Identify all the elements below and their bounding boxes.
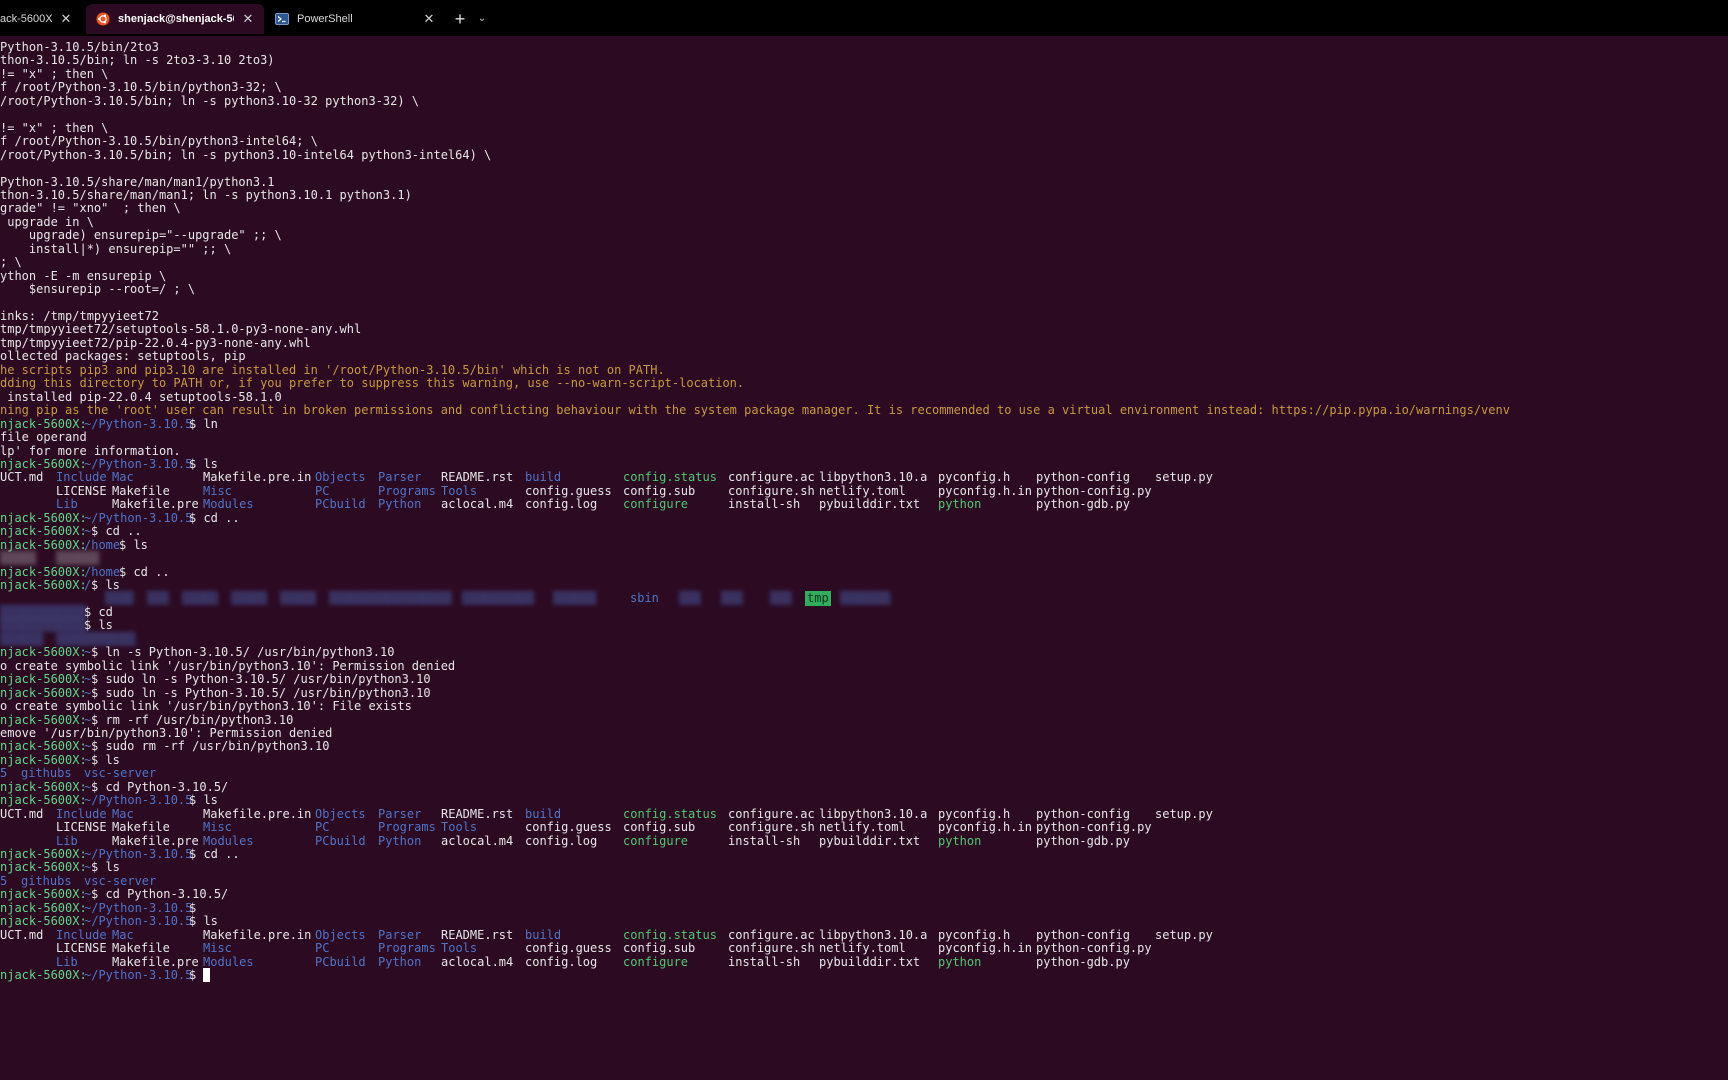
tab-label: ack-5600X: /m: [0, 13, 52, 25]
terminal-output[interactable]: Python-3.10.5/bin/2to3 thon-3.10.5/bin; l…: [0, 36, 1728, 1080]
text-cursor: [203, 968, 210, 982]
tab-bar: ack-5600X: /m ✕ shenjack@shenjack-5600X:…: [0, 0, 1728, 36]
directory-entry: PCbuild: [315, 497, 366, 512]
redacted-text: ▒▒▒: [679, 591, 701, 606]
output-text: config.log: [525, 954, 598, 969]
directory-entry: PCbuild: [315, 833, 366, 848]
output-text: UCT.md: [0, 927, 44, 942]
output-text: install-sh: [728, 833, 801, 848]
executable-entry: python: [938, 497, 982, 512]
redacted-text: ▒▒▒▒▒▒▒▒▒▒: [462, 591, 535, 606]
close-icon[interactable]: ✕: [58, 11, 74, 27]
highlighted-directory: tmp: [805, 591, 831, 607]
output-text: python-gdb.py: [1036, 954, 1130, 969]
output-text: pybuilddir.txt: [819, 954, 921, 969]
new-tab-button[interactable]: +: [449, 8, 471, 30]
output-text: pybuilddir.txt: [819, 833, 921, 848]
directory-entry: Python: [378, 833, 422, 848]
directory-entry: Python: [378, 497, 422, 512]
output-text: UCT.md: [0, 470, 44, 485]
output-text: install-sh: [728, 954, 801, 969]
executable-entry: python: [938, 954, 982, 969]
redacted-text: ▒▒▒: [721, 591, 743, 606]
directory-entry: Modules: [203, 954, 254, 969]
output-text: aclocal.m4: [441, 833, 514, 848]
chevron-down-icon[interactable]: ⌄: [474, 8, 490, 30]
prompt-path: ~/Python-3.10.5: [84, 416, 193, 431]
executable-entry: configure: [623, 833, 689, 848]
output-text: python-gdb.py: [1036, 833, 1130, 848]
output-text: python-gdb.py: [1036, 497, 1130, 512]
tab-label: PowerShell: [297, 13, 353, 25]
executable-entry: configure: [623, 497, 689, 512]
output-text: aclocal.m4: [441, 497, 514, 512]
redacted-text: ▒▒▒: [770, 591, 792, 606]
output-text: $ensurepip --root=/ ; \: [0, 282, 196, 297]
output-text: $ ln: [189, 416, 218, 431]
redacted-text: ▒▒▒▒▒▒▒: [840, 591, 891, 606]
output-text: $ cd ..: [119, 564, 170, 579]
output-text: pybuilddir.txt: [819, 497, 921, 512]
prompt-user: njack-5600X:: [0, 578, 87, 592]
output-text: config.log: [525, 833, 598, 848]
redacted-text: ▒▒▒▒▒▒▒▒▒▒▒▒▒▒▒▒▒: [329, 591, 452, 606]
executable-entry: configure: [623, 954, 689, 969]
output-text: $ sudo rm -rf /usr/bin/python3.10: [91, 739, 330, 754]
output-text: /root/Python-3.10.5/bin; ln -s python3.1…: [0, 93, 420, 108]
tab-ubuntu-shell[interactable]: shenjack@shenjack-5600X: ~/ ✕: [86, 4, 264, 34]
output-text: setup.py: [1155, 927, 1213, 942]
executable-entry: python: [938, 833, 982, 848]
output-text: setup.py: [1155, 806, 1213, 821]
prompt-user: njack-5600X:: [0, 968, 87, 982]
output-text: $ ls: [119, 537, 148, 552]
close-icon[interactable]: ✕: [421, 11, 437, 27]
output-text: $ cd ..: [189, 847, 240, 861]
output-text: UCT.md: [0, 806, 44, 821]
output-text: $ cd ..: [189, 510, 240, 525]
warning-text: ning pip as the 'root' user can result i…: [0, 403, 1510, 418]
redacted-text: ▒▒▒▒▒: [231, 591, 268, 606]
output-text: setup.py: [1155, 470, 1213, 485]
powershell-icon: [275, 12, 289, 26]
ubuntu-icon: [96, 12, 110, 26]
prompt-path: ~/Python-3.10.5: [84, 968, 193, 982]
output-text: /root/Python-3.10.5/bin; ln -s python3.1…: [0, 147, 492, 162]
output-text: install-sh: [728, 497, 801, 512]
tab-label: shenjack@shenjack-5600X: ~/: [118, 13, 234, 25]
redacted-text: ▒▒▒: [147, 591, 169, 606]
tab-powershell[interactable]: PowerShell ✕: [265, 4, 445, 34]
output-text: $: [189, 968, 204, 982]
tab-remote-session[interactable]: ack-5600X: /m ✕: [0, 4, 82, 34]
directory-entry: Python: [378, 954, 422, 969]
directory-entry: sbin: [630, 591, 659, 606]
redacted-text: ▒▒▒▒▒: [182, 591, 219, 606]
directory-entry: PCbuild: [315, 954, 366, 969]
redacted-text: ▒▒▒▒▒▒: [553, 591, 597, 606]
close-icon[interactable]: ✕: [240, 11, 256, 27]
terminal-window: ack-5600X: /m ✕ shenjack@shenjack-5600X:…: [0, 0, 1728, 1080]
redacted-text: ▒▒▒▒▒: [280, 591, 317, 606]
output-text: config.log: [525, 497, 598, 512]
output-text: aclocal.m4: [441, 954, 514, 969]
output-text: install|*) ensurepip="" ;; \: [0, 241, 232, 256]
